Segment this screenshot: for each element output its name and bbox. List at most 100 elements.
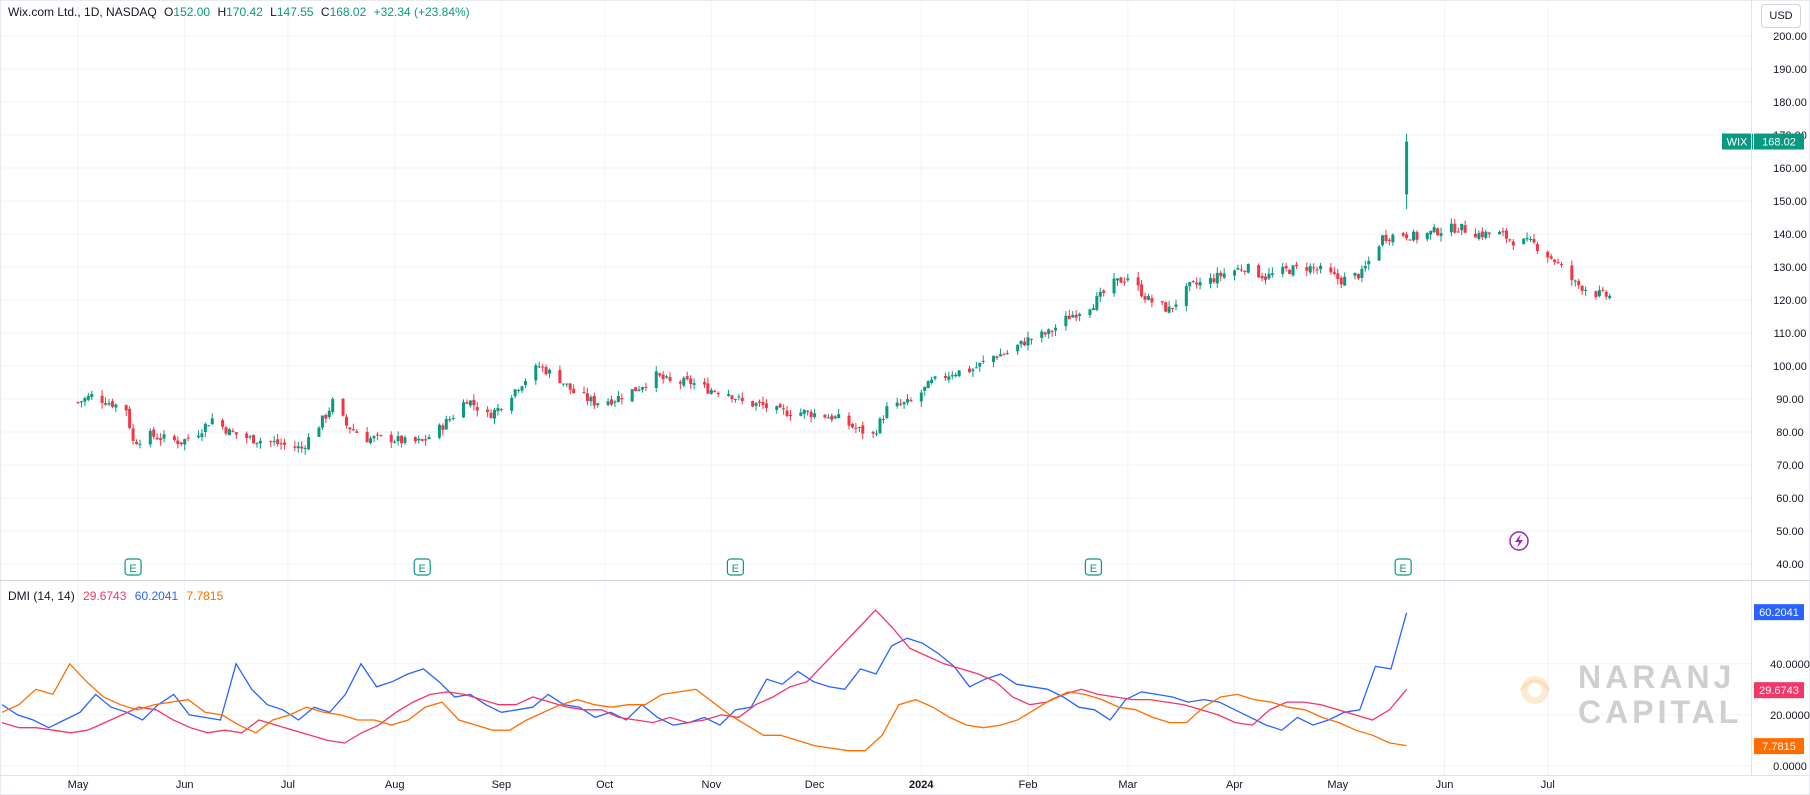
candle[interactable] <box>1246 263 1250 274</box>
time-axis[interactable]: May Jun Jul Aug Sep Oct Nov Dec 2024 Feb Mar Apr May… <box>68 779 1555 791</box>
last-price-tag[interactable]: WIX 168.02 <box>1722 133 1804 150</box>
candle[interactable] <box>331 396 335 415</box>
price-tick-label: 160.00 <box>1773 163 1807 175</box>
candle-body <box>1078 313 1082 316</box>
currency-button[interactable]: USD <box>1761 4 1801 28</box>
candle[interactable] <box>1408 239 1412 241</box>
candle-body <box>138 443 142 445</box>
price-tick-label: 120.00 <box>1773 295 1807 307</box>
dmi-value-tag[interactable]: 29.6743 <box>1754 682 1804 699</box>
dmi-tag-label: 29.6743 <box>1759 685 1799 697</box>
candle[interactable] <box>1291 264 1295 277</box>
watermark-line2: CAPITAL <box>1578 694 1742 730</box>
candle-body <box>1208 277 1212 284</box>
candle-body <box>1160 301 1164 303</box>
candle-body <box>1387 239 1391 241</box>
candle[interactable] <box>252 434 256 444</box>
candle-body <box>1319 265 1323 270</box>
candle[interactable] <box>1119 276 1123 283</box>
candle-body <box>761 401 765 405</box>
candle[interactable] <box>128 406 132 430</box>
candle-body <box>472 399 476 406</box>
earnings-marker[interactable]: E <box>726 558 745 576</box>
candle-body <box>90 393 94 398</box>
candle[interactable] <box>926 380 930 389</box>
candle-body <box>279 443 283 445</box>
candle-body <box>1040 331 1044 338</box>
candle-body <box>379 435 383 437</box>
earnings-marker[interactable]: E <box>1084 558 1102 576</box>
candle-body <box>1212 278 1216 283</box>
candle[interactable] <box>1436 227 1440 237</box>
dmi-value-tag[interactable]: 60.2041 <box>1754 604 1804 621</box>
candle-body <box>775 406 779 410</box>
low-value: 147.55 <box>276 5 314 19</box>
candle-body <box>486 409 490 413</box>
candle-body <box>933 376 937 379</box>
candle-body <box>1184 286 1188 307</box>
candle-body <box>809 411 813 418</box>
candle-body <box>293 446 297 448</box>
candle-body <box>1146 296 1150 300</box>
dividend-flash-marker[interactable] <box>1509 531 1529 551</box>
candle-body <box>269 441 273 443</box>
candle-body <box>128 408 132 428</box>
earnings-marker[interactable]: E <box>413 558 431 576</box>
candle-body <box>634 387 638 392</box>
candle-body <box>513 389 517 397</box>
candle-body <box>548 369 552 374</box>
candle-body <box>995 356 999 359</box>
symbol-title[interactable]: Wix.com Ltd., 1D, NASDAQ <box>8 5 157 19</box>
candle[interactable] <box>437 423 441 440</box>
candle-body <box>1315 269 1319 271</box>
price-tag-label: 168.02 <box>1762 137 1796 149</box>
dmi-tick-label: 40.0000 <box>1770 659 1810 671</box>
candle-body <box>854 427 858 429</box>
candle[interactable] <box>1522 238 1526 245</box>
symbol-header: Wix.com Ltd., 1D, NASDAQ O152.00 H170.42… <box>8 5 474 19</box>
candle[interactable] <box>1257 263 1261 278</box>
candle-body <box>348 427 352 430</box>
candle[interactable] <box>227 428 231 436</box>
earnings-marker[interactable]: E <box>124 558 142 576</box>
candle-body <box>1233 270 1237 276</box>
dmi-value-tag[interactable]: 7.7815 <box>1754 738 1804 755</box>
candle[interactable] <box>751 400 755 408</box>
candle-body <box>255 442 259 445</box>
candle-body <box>1429 230 1433 235</box>
watermark-logo-icon <box>1519 676 1551 704</box>
candle[interactable] <box>630 389 634 403</box>
candle-body <box>1584 289 1588 291</box>
candle-body <box>245 433 249 438</box>
candle-body <box>661 374 665 380</box>
candle-body <box>785 410 789 417</box>
price-tick-label: 190.00 <box>1773 64 1807 76</box>
candle[interactable] <box>1381 234 1385 247</box>
candle-body <box>1508 239 1512 241</box>
candle-body <box>1449 223 1453 233</box>
candle-body <box>1560 264 1564 266</box>
dmi-legend[interactable]: DMI (14, 14) 29.6743 60.2041 7.7815 <box>8 589 228 603</box>
candle-body <box>537 366 541 368</box>
candle[interactable] <box>1164 301 1168 313</box>
time-tick-label: Dec <box>805 779 825 791</box>
candle-body <box>1522 238 1526 245</box>
candle[interactable] <box>341 398 345 417</box>
candle-body <box>1071 315 1075 318</box>
change-value: +32.34 (+23.84%) <box>373 5 470 19</box>
price-tick-label: 70.00 <box>1776 460 1804 472</box>
candle-body <box>630 389 634 402</box>
candle-body <box>658 373 662 376</box>
candle-body <box>496 407 500 412</box>
candle-body <box>1191 281 1195 283</box>
candle[interactable] <box>1377 244 1381 262</box>
candle-body <box>1095 296 1099 310</box>
candle-body <box>437 424 441 438</box>
candle-body <box>1167 306 1171 313</box>
candle[interactable] <box>634 387 638 392</box>
dmi-tag-label: 60.2041 <box>1759 607 1799 619</box>
candle-body <box>1391 234 1395 243</box>
earnings-marker[interactable]: E <box>1394 558 1412 576</box>
price-tick-label: 140.00 <box>1773 229 1807 241</box>
candle[interactable] <box>878 416 882 435</box>
